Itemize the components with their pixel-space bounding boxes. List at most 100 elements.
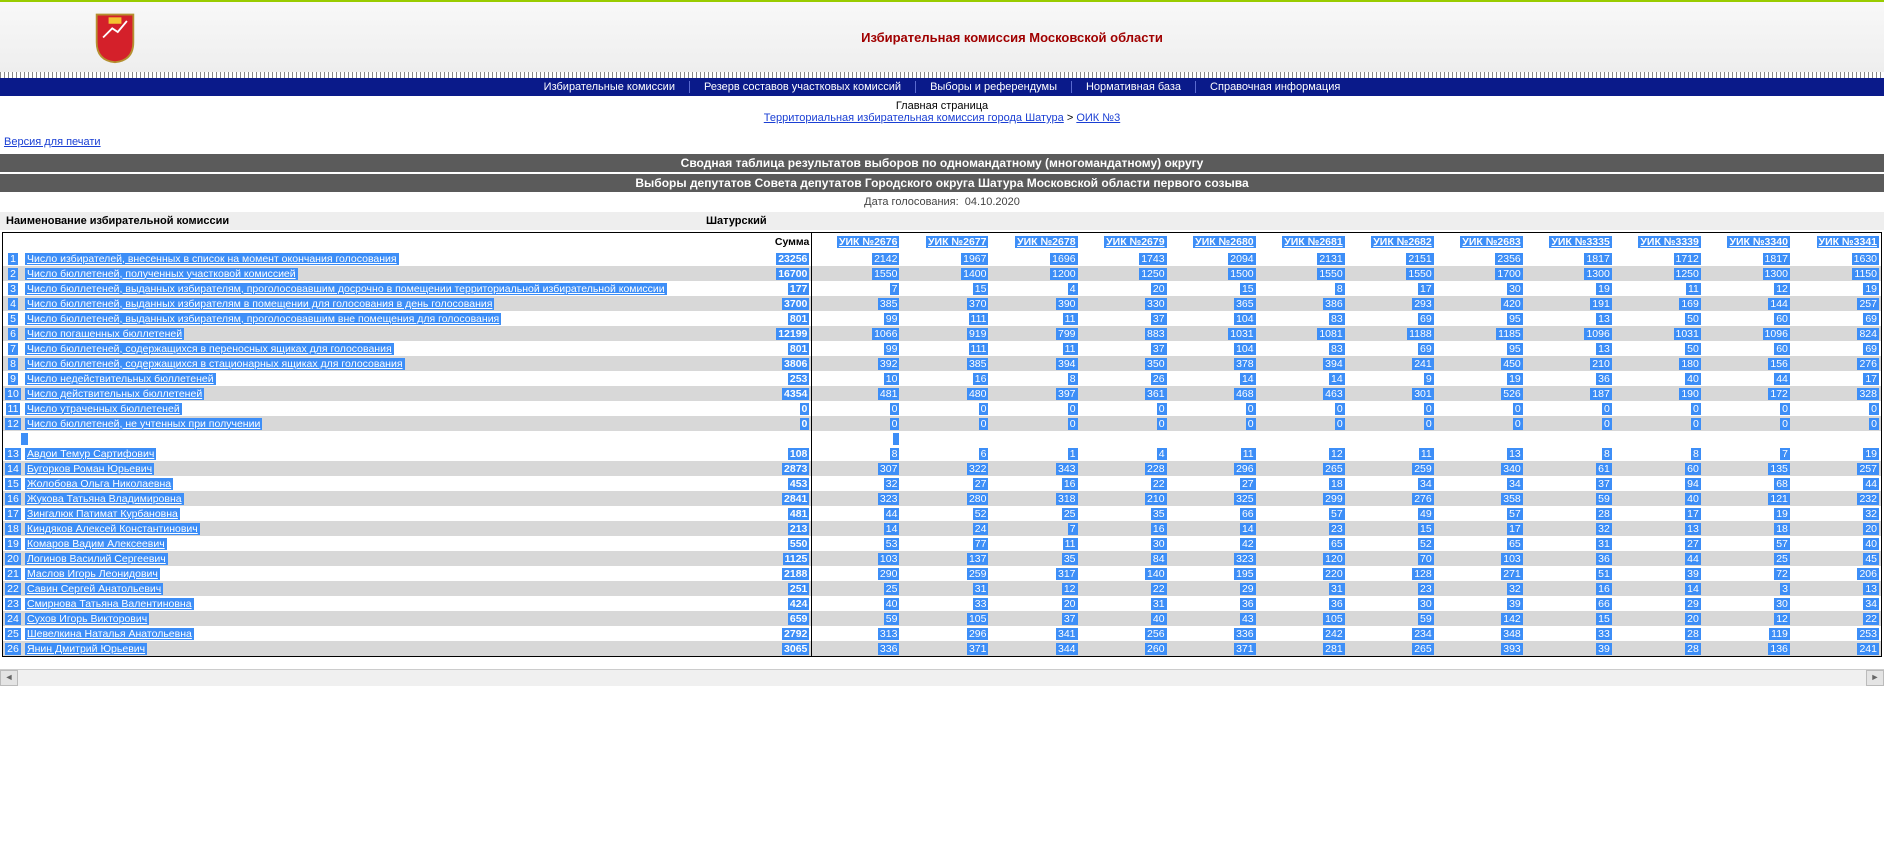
- row-sum: 23256: [776, 253, 809, 265]
- cell-value: 348: [1501, 628, 1523, 640]
- cell-value: 31: [1596, 538, 1612, 550]
- cell-value: 210: [1145, 493, 1167, 505]
- cell-value: 392: [878, 358, 900, 370]
- cell-value: 13: [1863, 583, 1879, 595]
- scroll-right-icon[interactable]: ►: [1866, 670, 1884, 686]
- cell-value: 20: [1151, 283, 1167, 295]
- row-label[interactable]: Число бюллетеней, выданных избирателям, …: [25, 283, 667, 295]
- cell-value: 253: [1857, 628, 1879, 640]
- region-crest-icon: [90, 10, 140, 65]
- row-label[interactable]: Число бюллетеней, содержащихся в стацион…: [25, 358, 405, 370]
- row-label[interactable]: Авдои Темур Сартифович: [25, 448, 156, 460]
- cell-value: 15: [1596, 613, 1612, 625]
- row-label[interactable]: Киндяков Алексей Константинович: [25, 523, 200, 535]
- row-number: 19: [5, 538, 21, 550]
- cell-value: 121: [1768, 493, 1790, 505]
- row-label[interactable]: Сухов Игорь Викторович: [25, 613, 149, 625]
- cell-value: 36: [1596, 373, 1612, 385]
- row-label[interactable]: Маслов Игорь Леонидович: [25, 568, 160, 580]
- cell-value: 36: [1240, 598, 1256, 610]
- cell-value: 22: [1863, 613, 1879, 625]
- row-label[interactable]: Число бюллетеней, выданных избирателям, …: [25, 313, 501, 325]
- cell-value: 265: [1412, 643, 1434, 655]
- cell-value: 358: [1501, 493, 1523, 505]
- uik-header[interactable]: УИК №2683: [1460, 236, 1522, 248]
- horizontal-scrollbar[interactable]: ◄ ►: [0, 669, 1884, 686]
- cell-value: 65: [1507, 538, 1523, 550]
- row-label[interactable]: Зингалюк Патимат Курбановна: [25, 508, 180, 520]
- row-label[interactable]: Число погашенных бюллетеней: [25, 328, 184, 340]
- cell-value: 2131: [1317, 253, 1344, 265]
- table-row: 22Савин Сергей Анатольевич251: [3, 581, 811, 596]
- row-label[interactable]: Шевелкина Наталья Анатольевна: [25, 628, 194, 640]
- scroll-left-icon[interactable]: ◄: [0, 670, 18, 686]
- cell-value: 14: [1240, 523, 1256, 535]
- row-label[interactable]: Число избирателей, внесенных в список на…: [25, 253, 399, 265]
- row-number: 24: [5, 613, 21, 625]
- uik-header[interactable]: УИК №3340: [1727, 236, 1789, 248]
- cell-value: 19: [1596, 283, 1612, 295]
- row-label[interactable]: Число утраченных бюллетеней: [25, 403, 182, 415]
- cell-value: 30: [1507, 283, 1523, 295]
- cell-value: 386: [1323, 298, 1345, 310]
- table-row: 3073223432282962652593406160135257: [812, 461, 1881, 476]
- row-label[interactable]: Число бюллетеней, выданных избирателям в…: [25, 298, 494, 310]
- row-label[interactable]: Смирнова Татьяна Валентиновна: [25, 598, 194, 610]
- row-label[interactable]: Логинов Василий Сергеевич: [25, 553, 168, 565]
- row-number: 20: [5, 553, 21, 565]
- menu-item[interactable]: Нормативная база: [1072, 81, 1196, 93]
- cell-value: 17: [1685, 508, 1701, 520]
- menu-item[interactable]: Выборы и референдумы: [916, 81, 1072, 93]
- menu-item[interactable]: Избирательные комиссии: [530, 81, 690, 93]
- row-sum: 213: [788, 523, 810, 535]
- cell-value: 232: [1857, 493, 1879, 505]
- cell-value: 10: [884, 373, 900, 385]
- uik-header[interactable]: УИК №2681: [1282, 236, 1344, 248]
- row-sum: 16700: [776, 268, 809, 280]
- breadcrumb-link-2[interactable]: ОИК №3: [1076, 112, 1120, 124]
- row-label[interactable]: Комаров Вадим Алексеевич: [25, 538, 167, 550]
- uik-header[interactable]: УИК №2682: [1371, 236, 1433, 248]
- table-row: 3Число бюллетеней, выданных избирателям,…: [3, 281, 811, 296]
- cell-value: 0: [979, 403, 989, 415]
- uik-header[interactable]: УИК №3341: [1817, 236, 1879, 248]
- row-label[interactable]: Жолобова Ольга Николаевна: [25, 478, 173, 490]
- print-link[interactable]: Версия для печати: [4, 136, 1884, 148]
- uik-header[interactable]: УИК №2679: [1104, 236, 1166, 248]
- row-label[interactable]: Число бюллетеней, не учтенных при получе…: [25, 418, 262, 430]
- row-number: 22: [5, 583, 21, 595]
- cell-value: 44: [1863, 478, 1879, 490]
- cell-value: 1250: [1674, 268, 1701, 280]
- row-label[interactable]: Янин Дмитрий Юрьевич: [25, 643, 147, 655]
- cell-value: 11: [1686, 283, 1701, 295]
- cell-value: 397: [1056, 388, 1078, 400]
- uik-header[interactable]: УИК №2678: [1015, 236, 1077, 248]
- breadcrumb: Главная страница Территориальная избират…: [0, 96, 1884, 128]
- uik-header[interactable]: УИК №2677: [926, 236, 988, 248]
- uik-header[interactable]: УИК №2680: [1193, 236, 1255, 248]
- breadcrumb-link-1[interactable]: Территориальная избирательная комиссия г…: [764, 112, 1064, 124]
- cell-value: 27: [1685, 538, 1701, 550]
- cell-value: 0: [1869, 418, 1879, 430]
- row-label[interactable]: Савин Сергей Анатольевич: [25, 583, 163, 595]
- cell-value: 0: [1780, 418, 1790, 430]
- uik-header[interactable]: УИК №3339: [1638, 236, 1700, 248]
- cell-value: 1817: [1584, 253, 1611, 265]
- row-number: 9: [8, 373, 18, 385]
- menu-item[interactable]: Резерв составов участковых комиссий: [690, 81, 916, 93]
- table-row: 20Логинов Василий Сергеевич1125: [3, 551, 811, 566]
- vote-date: Дата голосования: 04.10.2020: [0, 192, 1884, 212]
- uik-header[interactable]: УИК №3335: [1549, 236, 1611, 248]
- row-label[interactable]: Число бюллетеней, содержащихся в перенос…: [25, 343, 394, 355]
- row-label[interactable]: Жукова Татьяна Владимировна: [25, 493, 184, 505]
- row-label[interactable]: Число действительных бюллетеней: [25, 388, 204, 400]
- row-number: 18: [5, 523, 21, 535]
- menu-item[interactable]: Справочная информация: [1196, 81, 1354, 93]
- cell-value: 11: [1063, 538, 1078, 550]
- cell-value: 99: [884, 313, 900, 325]
- row-label[interactable]: Число недействительных бюллетеней: [25, 373, 216, 385]
- row-label[interactable]: Число бюллетеней, полученных участковой …: [25, 268, 298, 280]
- uik-header[interactable]: УИК №2676: [837, 236, 899, 248]
- cell-value: 135: [1768, 463, 1790, 475]
- row-label[interactable]: Бугорков Роман Юрьевич: [25, 463, 154, 475]
